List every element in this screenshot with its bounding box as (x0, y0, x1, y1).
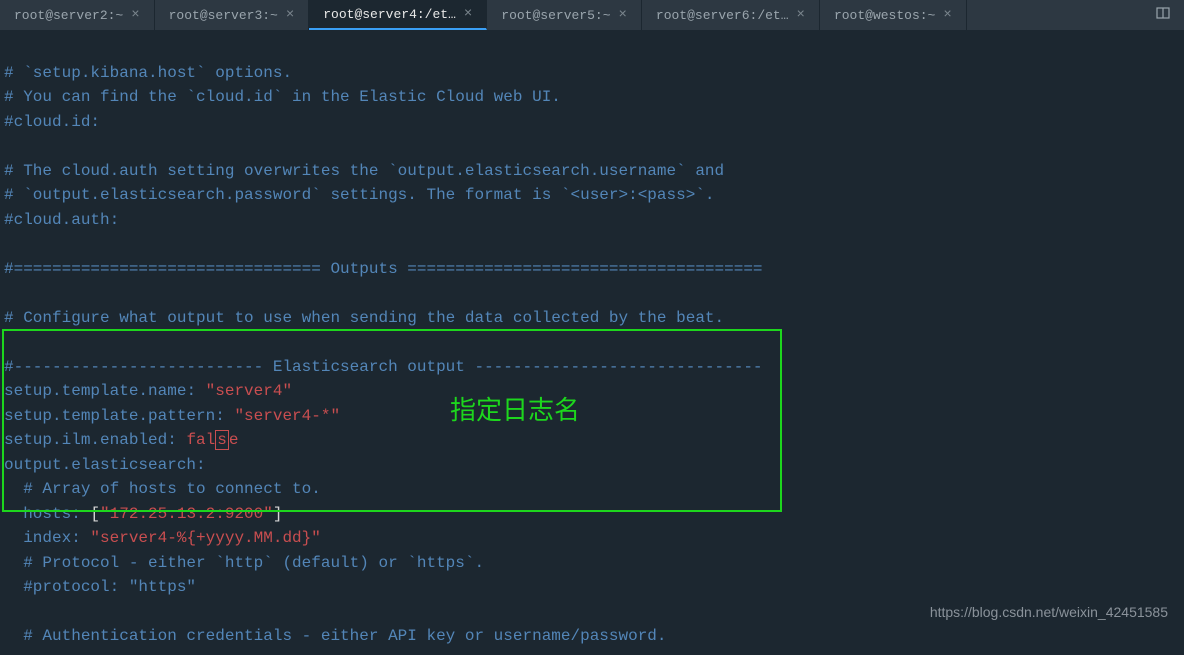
close-icon[interactable]: × (943, 7, 951, 23)
code-line: # Protocol - either `http` (default) or … (4, 554, 484, 572)
code-line: # `output.elasticsearch.password` settin… (4, 186, 715, 204)
code-line: # `setup.kibana.host` options. (4, 64, 292, 82)
tab-server6[interactable]: root@server6:/et… × (642, 0, 820, 30)
code-line: # You can find the `cloud.id` in the Ela… (4, 88, 561, 106)
code-line: index: "server4-%{+yyyy.MM.dd}" (4, 529, 321, 547)
code-line: #-------------------------- Elasticsearc… (4, 358, 763, 376)
code-line: # Array of hosts to connect to. (4, 480, 321, 498)
close-icon[interactable]: × (797, 7, 805, 23)
tab-server2[interactable]: root@server2:~ × (0, 0, 155, 30)
code-line: #================================ Output… (4, 260, 763, 278)
code-line: #cloud.auth: (4, 211, 119, 229)
code-line: output.elasticsearch: (4, 456, 206, 474)
editor-area[interactable]: # `setup.kibana.host` options. # You can… (0, 30, 1184, 655)
code-line: setup.template.pattern: "server4-*" (4, 407, 340, 425)
cursor-position: s (215, 430, 229, 450)
code-line: setup.template.name: "server4" (4, 382, 292, 400)
close-icon[interactable]: × (464, 6, 472, 22)
tab-westos[interactable]: root@westos:~ × (820, 0, 967, 30)
tab-label: root@server4:/et… (323, 7, 456, 22)
tab-label: root@westos:~ (834, 8, 935, 23)
code-line: hosts: ["172.25.13.2:9200"] (4, 505, 282, 523)
code-line: # The cloud.auth setting overwrites the … (4, 162, 724, 180)
watermark-text: https://blog.csdn.net/weixin_42451585 (930, 604, 1168, 620)
tab-server5[interactable]: root@server5:~ × (487, 0, 642, 30)
code-line: # Authentication credentials - either AP… (4, 627, 667, 645)
close-icon[interactable]: × (131, 7, 139, 23)
tab-label: root@server5:~ (501, 8, 610, 23)
tab-label: root@server6:/et… (656, 8, 789, 23)
split-icon[interactable] (1142, 6, 1184, 25)
tab-bar: root@server2:~ × root@server3:~ × root@s… (0, 0, 1184, 30)
code-line: # Configure what output to use when send… (4, 309, 724, 327)
close-icon[interactable]: × (619, 7, 627, 23)
code-line: #cloud.id: (4, 113, 100, 131)
code-line: setup.ilm.enabled: false (4, 430, 238, 450)
code-line: #protocol: "https" (4, 578, 196, 596)
tab-label: root@server2:~ (14, 8, 123, 23)
close-icon[interactable]: × (286, 7, 294, 23)
tab-server4[interactable]: root@server4:/et… × (309, 0, 487, 30)
tab-server3[interactable]: root@server3:~ × (155, 0, 310, 30)
tab-label: root@server3:~ (169, 8, 278, 23)
